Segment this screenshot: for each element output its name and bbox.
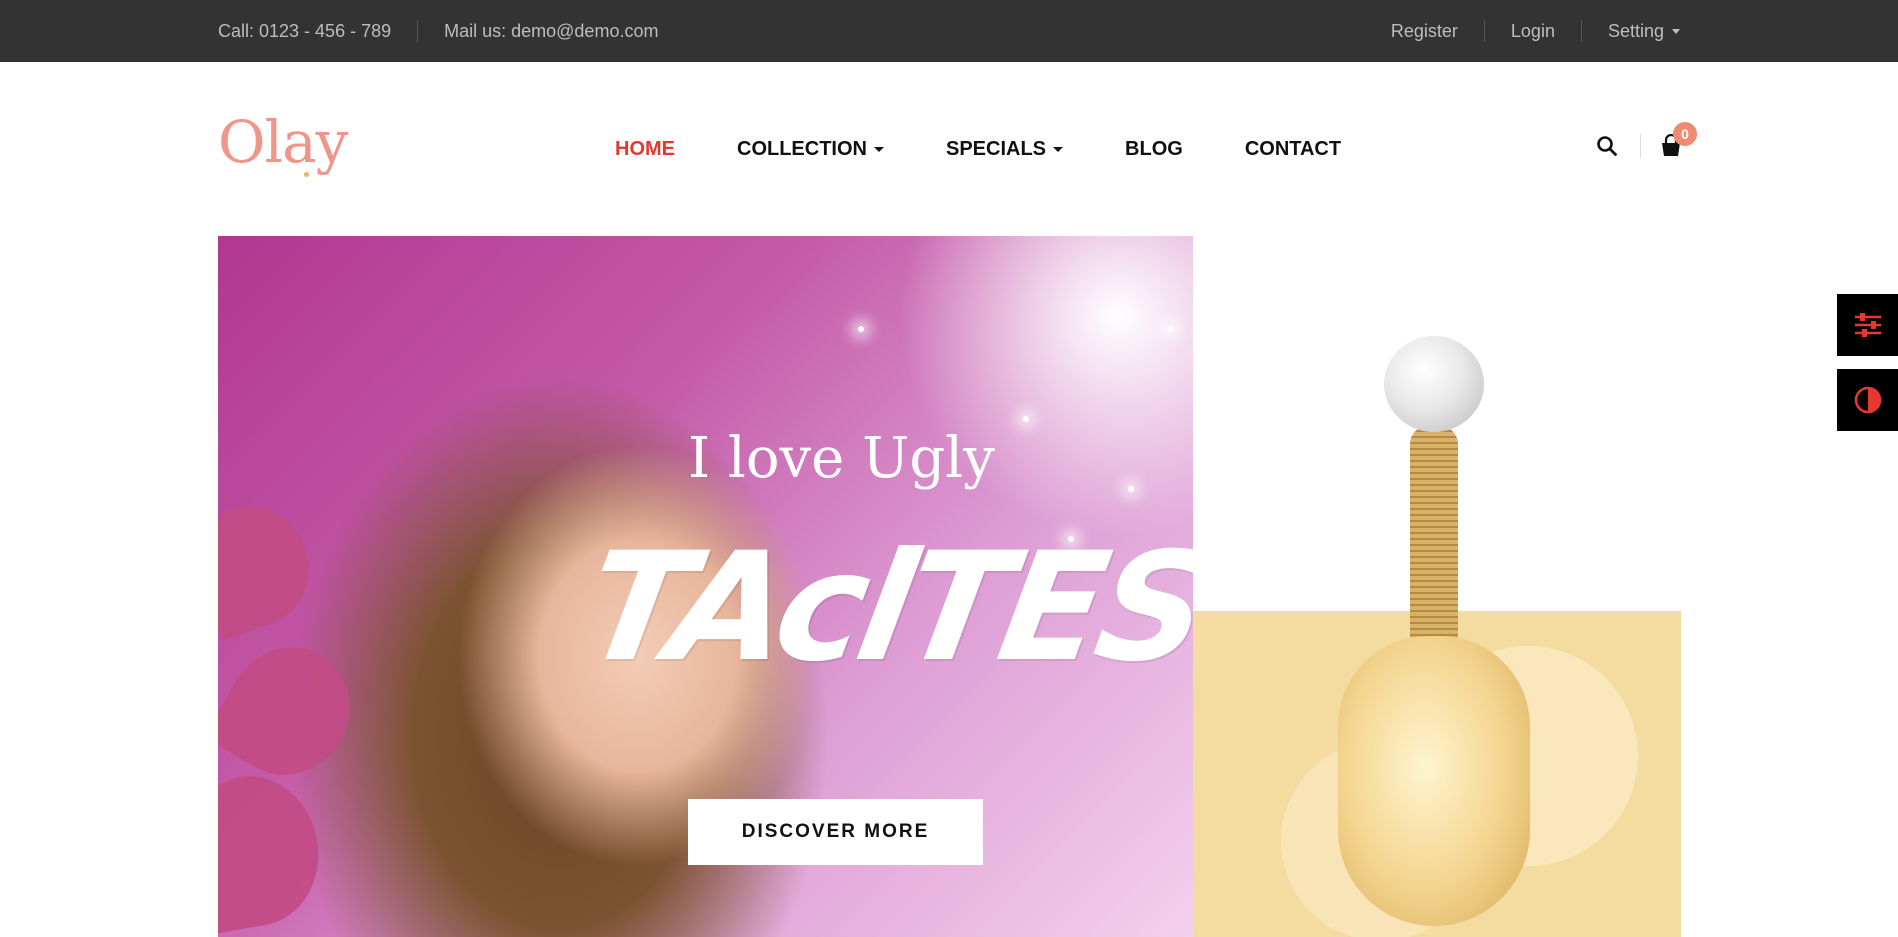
customizer-button[interactable] [1837, 294, 1898, 356]
sparkle [1168, 326, 1174, 332]
orchid-flower [218, 624, 373, 798]
setting-label: Setting [1607, 20, 1664, 41]
bottle-neck [1410, 426, 1458, 656]
nav-item-label: HOME [615, 137, 675, 160]
main-nav: HOME COLLECTION SPECIALS BLOG CONTACT [615, 136, 1403, 162]
nav-item-label: COLLECTION [737, 137, 867, 160]
nav-item-label: CONTACT [1244, 137, 1342, 160]
sliders-icon [1854, 313, 1881, 337]
chevron-down-icon [1053, 146, 1064, 152]
perfume-bottle [1338, 636, 1530, 926]
login-link[interactable]: Login [1511, 21, 1555, 42]
header-actions: 0 [1596, 122, 1697, 158]
divider [1483, 20, 1485, 42]
logo-text: Olay [218, 108, 348, 176]
account-links: Register Login Setting [1391, 0, 1680, 62]
nav-item-collection[interactable]: COLLECTION [737, 138, 884, 161]
setting-dropdown[interactable]: Setting [1608, 21, 1680, 42]
hero-banner[interactable]: I love Ugly TAclTES DISCOVER MORE [218, 236, 1193, 937]
nav-item-specials[interactable]: SPECIALS [946, 137, 1064, 161]
perfume-banner[interactable] [1193, 236, 1681, 937]
bottle-cap [1384, 336, 1484, 432]
sparkle [1023, 416, 1029, 422]
cart-count-badge: 0 [1673, 122, 1697, 146]
nav-item-blog[interactable]: BLOG [1125, 138, 1183, 161]
contact-info: Call: 0123 - 456 - 789 Mail us: demo@dem… [218, 0, 658, 62]
hero-title: TAclTES [572, 521, 1193, 695]
hero-subtitle: I love Ugly [688, 426, 995, 491]
nav-item-label: SPECIALS [946, 137, 1047, 160]
cart-button[interactable]: 0 [1659, 122, 1697, 158]
sparkle [1128, 486, 1134, 492]
color-mode-button[interactable] [1837, 369, 1898, 431]
logo-dot [304, 172, 309, 177]
email-text[interactable]: Mail us: demo@demo.com [444, 21, 658, 42]
orchid-flower [218, 490, 326, 642]
nav-item-home[interactable]: HOME [615, 138, 675, 161]
top-bar: Call: 0123 - 456 - 789 Mail us: demo@dem… [0, 0, 1898, 62]
divider [1640, 134, 1641, 158]
register-link[interactable]: Register [1391, 21, 1458, 42]
orchid-flower [218, 765, 331, 937]
nav-item-label: BLOG [1125, 137, 1183, 160]
discover-more-button[interactable]: DISCOVER MORE [688, 799, 983, 865]
divider [1580, 20, 1582, 42]
chevron-down-icon [1672, 29, 1680, 35]
divider [417, 20, 419, 42]
chevron-down-icon [874, 146, 884, 152]
phone-text: Call: 0123 - 456 - 789 [218, 20, 392, 41]
site-logo[interactable]: Olay [218, 106, 348, 178]
search-icon[interactable] [1596, 135, 1618, 157]
nav-item-contact[interactable]: CONTACT [1245, 138, 1341, 161]
sparkle [858, 326, 864, 332]
contrast-icon [1854, 386, 1881, 414]
